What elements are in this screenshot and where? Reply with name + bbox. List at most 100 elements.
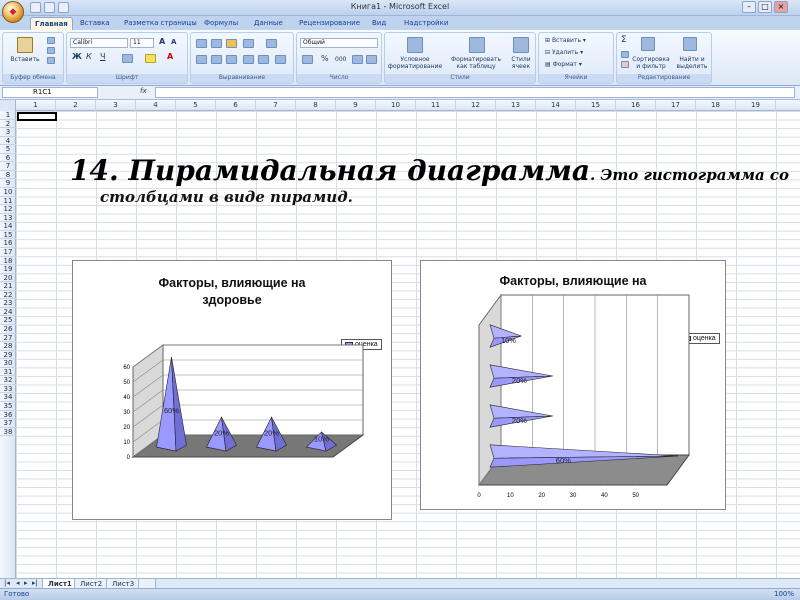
shrink-font-icon[interactable]: A [171,39,176,46]
cell-styles-button[interactable]: Стили ячеек [507,56,535,70]
format-painter-icon[interactable] [47,57,55,64]
align-right-icon[interactable] [226,55,237,64]
row-header[interactable]: 22 [0,291,16,300]
decrease-indent-icon[interactable] [243,55,254,64]
row-header[interactable]: 10 [0,188,16,197]
autosum-icon[interactable]: Σ [621,36,627,45]
active-cell[interactable] [17,112,57,121]
row-header[interactable]: 18 [0,257,16,266]
minimize-button[interactable]: – [742,1,756,13]
row-header[interactable]: 4 [0,137,16,146]
row-header[interactable]: 19 [0,265,16,274]
row-header[interactable]: 31 [0,368,16,377]
maximize-button[interactable]: □ [758,1,772,13]
align-center-icon[interactable] [211,55,222,64]
column-header[interactable]: 6 [216,100,256,111]
tab-review[interactable]: Рецензирование [295,17,364,30]
format-table-button[interactable]: Форматировать как таблицу [447,56,505,70]
grow-font-icon[interactable]: A [159,38,165,46]
column-header[interactable]: 13 [496,100,536,111]
row-header[interactable]: 23 [0,299,16,308]
find-select-icon[interactable] [683,37,697,51]
format-cells-button[interactable]: ▤ Формат ▾ [545,61,611,68]
clear-icon[interactable] [621,61,629,68]
cell-styles-icon[interactable] [513,37,529,53]
row-header[interactable]: 35 [0,402,16,411]
close-button[interactable]: × [774,1,788,13]
worksheet[interactable]: 1 2 3 4 5 6 7 8 9 10 11 12 13 14 15 16 17 18 19 1234567891… [0,100,800,578]
row-header[interactable]: 8 [0,171,16,180]
column-header[interactable]: 18 [696,100,736,111]
decrease-decimal-icon[interactable] [366,55,377,64]
tab-scroll-next-icon[interactable]: ▸ [24,580,28,587]
row-header[interactable]: 37 [0,419,16,428]
fill-icon[interactable] [621,51,629,58]
tab-scroll-last-icon[interactable]: ▸| [32,580,38,587]
zoom-level[interactable]: 100% [774,590,794,598]
column-header[interactable]: 16 [616,100,656,111]
column-header[interactable]: 5 [176,100,216,111]
row-header[interactable]: 17 [0,248,16,257]
office-button[interactable]: ◆ [2,1,24,23]
fx-icon[interactable]: fx [140,87,147,95]
font-size-select[interactable]: 11 [130,38,154,48]
row-header[interactable]: 21 [0,282,16,291]
row-header[interactable]: 1 [0,111,16,120]
tab-scroll-first-icon[interactable]: |◂ [4,580,10,587]
row-header[interactable]: 27 [0,334,16,343]
font-color-icon[interactable]: A [167,53,173,61]
column-header[interactable]: 1 [16,100,56,111]
percent-icon[interactable]: % [321,55,329,63]
tab-addins[interactable]: Надстройки [400,17,452,30]
column-header[interactable]: 11 [416,100,456,111]
column-header[interactable]: 7 [256,100,296,111]
row-header[interactable]: 15 [0,231,16,240]
format-table-icon[interactable] [469,37,485,53]
fill-color-icon[interactable] [145,54,156,63]
paste-icon[interactable] [17,37,33,53]
row-header[interactable]: 25 [0,316,16,325]
column-header[interactable]: 3 [96,100,136,111]
column-header[interactable]: 15 [576,100,616,111]
formula-input[interactable] [155,87,795,98]
column-header[interactable]: 17 [656,100,696,111]
cut-icon[interactable] [47,37,55,44]
increase-indent-icon[interactable] [258,55,269,64]
column-header[interactable]: 19 [736,100,776,111]
row-header[interactable]: 11 [0,197,16,206]
row-header[interactable]: 24 [0,308,16,317]
row-header[interactable]: 12 [0,205,16,214]
column-header[interactable]: 9 [336,100,376,111]
underline-icon[interactable]: Ч [100,53,105,61]
italic-icon[interactable]: К [86,53,92,61]
column-header[interactable]: 10 [376,100,416,111]
column-header[interactable]: 2 [56,100,96,111]
tab-insert[interactable]: Вставка [76,17,114,30]
tab-page-layout[interactable]: Разметка страницы [120,17,201,30]
tab-home[interactable]: Главная [30,17,73,30]
conditional-format-icon[interactable] [407,37,423,53]
row-header[interactable]: 13 [0,214,16,223]
insert-cells-button[interactable]: ⊞ Вставить ▾ [545,37,611,44]
row-header[interactable]: 5 [0,145,16,154]
row-header[interactable]: 3 [0,128,16,137]
row-header[interactable]: 36 [0,411,16,420]
row-header[interactable]: 38 [0,428,16,437]
sort-filter-button[interactable]: Сортировка и фильтр [631,56,671,70]
tab-data[interactable]: Данные [250,17,287,30]
row-header[interactable]: 29 [0,351,16,360]
name-box[interactable]: R1C1 [2,87,98,98]
row-header[interactable]: 26 [0,325,16,334]
borders-icon[interactable] [122,54,133,63]
pyramid-chart-vertical[interactable]: Факторы, влияющие на здоровье оценка 0 10… [72,260,392,520]
row-header[interactable]: 16 [0,239,16,248]
row-header[interactable]: 14 [0,222,16,231]
sort-filter-icon[interactable] [641,37,655,51]
bold-icon[interactable]: Ж [72,53,82,61]
tab-view[interactable]: Вид [368,17,390,30]
conditional-format-button[interactable]: Условное форматирование [387,56,443,70]
align-left-icon[interactable] [196,55,207,64]
find-select-button[interactable]: Найти и выделить [673,56,711,70]
align-middle-icon[interactable] [211,39,222,48]
orientation-icon[interactable] [243,39,254,48]
